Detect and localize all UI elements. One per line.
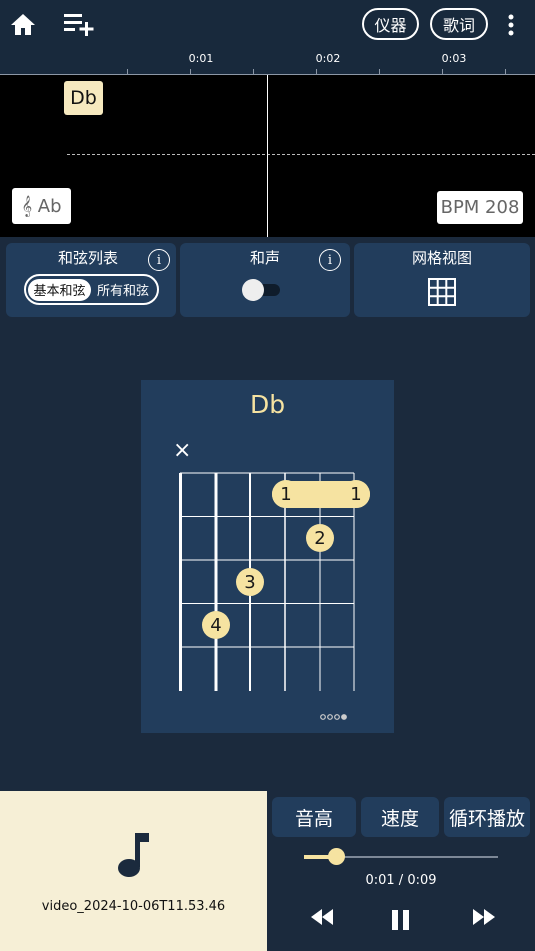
instrument-button[interactable]: 仪器 <box>362 8 419 40</box>
chord-set-toggle[interactable]: 基本和弦 所有和弦 <box>24 274 159 305</box>
home-icon[interactable] <box>9 10 37 38</box>
file-name: video_2024-10-06T11.53.46 <box>41 899 226 914</box>
loop-button[interactable]: 循环播放 <box>444 797 530 837</box>
info-icon[interactable]: i <box>148 249 170 271</box>
finger-dot: 1 <box>272 480 300 508</box>
more-vert-icon[interactable] <box>500 12 522 38</box>
ruler-tick <box>505 69 506 74</box>
slider-thumb[interactable] <box>328 848 345 865</box>
chord-diagram-card[interactable]: Db × 1 1 2 3 4 <box>141 380 394 733</box>
playlist-add-icon[interactable] <box>62 10 96 38</box>
muted-string-marker: × <box>173 438 192 463</box>
time-mark: 0:01 <box>188 52 214 65</box>
info-icon[interactable]: i <box>319 249 341 271</box>
grid-view-title: 网格视图 <box>411 249 472 267</box>
lyrics-button[interactable]: 歌词 <box>430 8 488 40</box>
ruler-tick <box>253 69 254 74</box>
harmony-toggle[interactable] <box>242 279 280 301</box>
playhead[interactable] <box>267 75 268 237</box>
finger-dot: 2 <box>306 524 334 552</box>
player-controls: 音高 速度 循环播放 0:01 / 0:09 <box>267 791 535 951</box>
rewind-icon[interactable] <box>311 909 333 925</box>
key-badge[interactable]: 𝄞 Ab <box>12 188 71 224</box>
more-horiz-icon[interactable] <box>319 706 351 720</box>
ruler-tick <box>316 69 317 74</box>
finger-dot: 1 <box>342 480 370 508</box>
grid-view-panel[interactable]: 网格视图 <box>354 243 530 317</box>
harmony-panel: 和声 i <box>180 243 350 317</box>
bpm-badge[interactable]: BPM 208 <box>437 191 523 224</box>
ruler-tick <box>379 69 380 74</box>
ruler-tick <box>442 69 443 74</box>
ruler-tick <box>190 69 191 74</box>
finger-dot: 4 <box>202 611 230 639</box>
beat-line <box>67 154 535 155</box>
chord-list-panel: 和弦列表 i 基本和弦 所有和弦 <box>6 243 176 317</box>
toggle-thumb <box>242 279 264 301</box>
top-bar: 仪器 歌词 <box>0 0 535 50</box>
time-mark: 0:02 <box>315 52 341 65</box>
pause-icon[interactable] <box>391 909 411 931</box>
basic-chords-option[interactable]: 基本和弦 <box>28 278 91 301</box>
time-mark: 0:03 <box>441 52 467 65</box>
time-display: 0:01 / 0:09 <box>365 873 437 888</box>
chord-name: Db <box>249 390 286 419</box>
chord-tag[interactable]: Db <box>64 81 103 115</box>
grid-icon <box>428 278 456 306</box>
timeline-ruler[interactable]: 0:01 0:02 0:03 <box>0 50 535 75</box>
finger-dot: 3 <box>236 568 264 596</box>
fast-forward-icon[interactable] <box>473 909 495 925</box>
all-chords-option[interactable]: 所有和弦 <box>91 279 155 301</box>
pitch-button[interactable]: 音高 <box>272 797 356 837</box>
music-note-icon <box>116 831 152 879</box>
file-panel[interactable]: video_2024-10-06T11.53.46 <box>0 791 267 951</box>
ruler-tick <box>127 69 128 74</box>
speed-button[interactable]: 速度 <box>361 797 439 837</box>
progress-slider[interactable] <box>304 848 498 865</box>
